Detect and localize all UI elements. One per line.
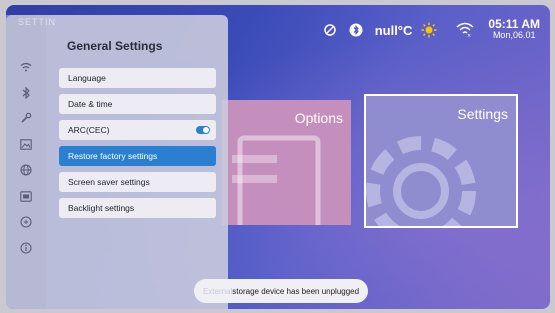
toast-text: storage device has been unplugged: [232, 286, 360, 296]
options-card-label: Options: [294, 110, 343, 126]
status-bar: null°C × 05:11 AM Mon,06.01: [313, 17, 540, 41]
toast-text-faded: External: [202, 286, 233, 296]
restore-factory-item[interactable]: Restore factory settings: [59, 146, 216, 166]
clock-date: Mon,06.01: [492, 30, 536, 40]
no-signal-icon: [321, 21, 339, 39]
clock-time: 05:11 AM: [488, 17, 540, 31]
general-settings-panel: General Settings Language Date & time AR…: [6, 15, 228, 309]
wifi-icon: ×: [456, 21, 474, 39]
wifi-icon[interactable]: [18, 59, 34, 75]
restore-factory-label: Restore factory settings: [68, 151, 158, 161]
display-icon[interactable]: [18, 188, 34, 204]
screen-saver-item[interactable]: Screen saver settings: [59, 172, 216, 192]
date-time-label: Date & time: [68, 99, 113, 109]
arc-cec-toggle[interactable]: [196, 126, 210, 134]
image-icon[interactable]: [18, 136, 34, 152]
weather-temperature: null°C: [374, 22, 413, 38]
unplugged-toast: External storage device has been unplugg…: [194, 279, 368, 303]
info-icon[interactable]: [18, 240, 34, 256]
sun-icon: [420, 21, 438, 39]
category-rail: [6, 15, 46, 309]
bluetooth-icon[interactable]: [18, 85, 34, 101]
language-label: Language: [68, 73, 106, 83]
panel-title: General Settings: [67, 39, 163, 53]
date-time-item[interactable]: Date & time: [59, 94, 216, 114]
screen-saver-label: Screen saver settings: [68, 177, 150, 187]
options-card[interactable]: Options: [222, 100, 351, 225]
settings-card[interactable]: Settings: [364, 94, 518, 228]
wrench-icon[interactable]: [18, 110, 34, 126]
arc-cec-item[interactable]: ARC(CEC): [59, 120, 216, 140]
faint-settings-title: SETTIN: [18, 17, 57, 27]
tv-screen: null°C × 05:11 AM Mon,06.01 Options Sett…: [6, 5, 550, 309]
clock: 05:11 AM Mon,06.01: [488, 17, 540, 41]
globe-icon[interactable]: [18, 162, 34, 178]
backlight-label: Backlight settings: [68, 203, 135, 213]
arc-cec-label: ARC(CEC): [68, 125, 110, 135]
svg-text:×: ×: [467, 33, 471, 38]
settings-card-label: Settings: [457, 106, 508, 122]
backlight-item[interactable]: Backlight settings: [59, 198, 216, 218]
bluetooth-icon: [347, 21, 365, 39]
language-item[interactable]: Language: [59, 68, 216, 88]
power-icon[interactable]: [18, 214, 34, 230]
